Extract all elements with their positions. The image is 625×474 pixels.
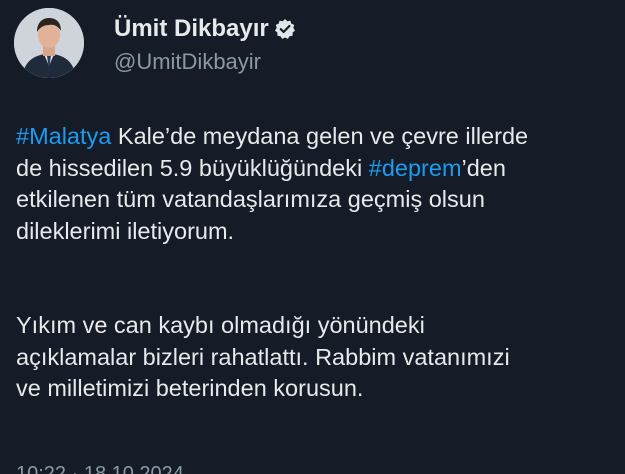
- person-avatar-icon: [14, 8, 84, 78]
- tweet-line: ve milletimizi beterinden korusun.: [16, 375, 364, 401]
- tweet-timestamp[interactable]: 10:22 · 18.10.2024: [16, 462, 184, 474]
- avatar[interactable]: [14, 8, 84, 78]
- name-row: Ümit Dikbayır: [114, 12, 296, 46]
- tweet-line: açıklamalar bizleri rahatlattı. Rabbim v…: [16, 343, 510, 370]
- tweet-text-segment: ’den: [461, 154, 506, 181]
- tweet-line: de hissedilen 5.9 büyüklüğündeki #deprem…: [16, 153, 621, 185]
- tweet-line: etkilenen tüm vatandaşlarımıza geçmiş ol…: [16, 186, 485, 212]
- author-names: Ümit Dikbayır @UmitDikbayir: [114, 12, 296, 75]
- tweet-line: dileklerimi iletiyorum.: [16, 217, 235, 244]
- display-name[interactable]: Ümit Dikbayır: [114, 15, 269, 43]
- author-handle[interactable]: @UmitDikbayir: [114, 49, 296, 75]
- hashtag-link[interactable]: #deprem: [369, 155, 462, 181]
- tweet-header: Ümit Dikbayır @UmitDikbayir: [14, 7, 296, 79]
- tweet-line: Yıkım ve can kaybı olmadığı yönündeki: [16, 312, 425, 338]
- verified-badge-icon: [274, 18, 296, 40]
- tweet-text-segment: Kale’de meydana gelen ve çevre illerde: [111, 123, 529, 149]
- tweet-text: #Malatya Kale’de meydana gelen ve çevre …: [16, 121, 621, 405]
- tweet-text-segment: de hissedilen 5.9 büyüklüğündeki: [16, 154, 369, 181]
- hashtag-link[interactable]: #Malatya: [16, 123, 111, 149]
- tweet-line: #Malatya Kale’de meydana gelen ve çevre …: [16, 121, 621, 153]
